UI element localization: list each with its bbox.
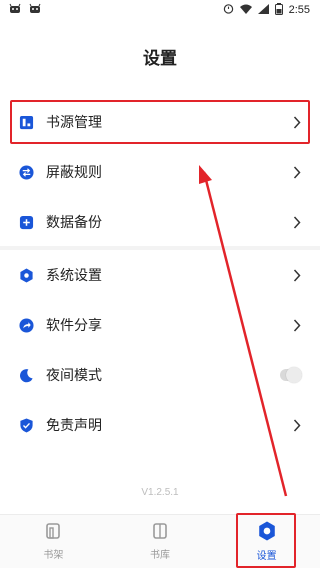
nav-tab-label: 书库	[150, 550, 170, 561]
chevron-right-icon	[292, 215, 302, 229]
shield-check-icon	[18, 417, 34, 433]
alarm-icon	[223, 3, 234, 17]
nav-tab-library[interactable]: 书库	[107, 515, 214, 568]
menu-item-label: 系统设置	[46, 268, 102, 284]
menu-item-label: 夜间模式	[46, 368, 102, 384]
status-bar: 2:55	[0, 0, 320, 20]
wifi-icon	[239, 4, 252, 17]
menu-item-book-source[interactable]: 书源管理	[0, 97, 320, 147]
battery-icon	[274, 2, 283, 18]
nav-tab-settings[interactable]: 设置	[213, 515, 320, 568]
chevron-right-icon	[292, 115, 302, 129]
status-left	[8, 3, 42, 18]
chevron-right-icon	[292, 165, 302, 179]
menu-item-label: 数据备份	[46, 215, 102, 231]
share-icon	[18, 317, 34, 333]
settings-group-secondary: 系统设置 软件分享 夜间模式 免责声明	[0, 250, 320, 450]
nav-tab-label: 书架	[43, 550, 64, 561]
swap-icon	[18, 164, 34, 180]
menu-item-block-rules[interactable]: 屏蔽规则	[0, 147, 320, 197]
chevron-right-icon	[292, 268, 302, 282]
settings-icon	[257, 521, 277, 544]
status-right: 2:55	[223, 2, 310, 18]
app-version: V1.2.5.1	[141, 487, 179, 498]
android-notification-icon	[28, 3, 42, 18]
add-backup-icon	[18, 214, 34, 230]
menu-item-night-mode[interactable]: 夜间模式	[0, 350, 320, 400]
moon-icon	[18, 367, 34, 383]
night-mode-toggle[interactable]	[280, 367, 302, 383]
menu-item-share-app[interactable]: 软件分享	[0, 300, 320, 350]
page-title: 设置	[143, 49, 177, 69]
menu-item-disclaimer[interactable]: 免责声明	[0, 400, 320, 450]
settings-group-primary: 书源管理 屏蔽规则 数据备份	[0, 97, 320, 247]
library-icon	[151, 522, 169, 543]
chevron-right-icon	[292, 418, 302, 432]
menu-item-label: 免责声明	[46, 418, 102, 434]
menu-item-label: 软件分享	[46, 318, 102, 334]
menu-item-data-backup[interactable]: 数据备份	[0, 197, 320, 247]
toggle-knob	[286, 367, 302, 383]
nav-tab-label: 设置	[256, 551, 277, 562]
nav-tab-bookshelf[interactable]: 书架	[0, 515, 107, 568]
hexagon-settings-icon	[18, 267, 34, 283]
signal-icon	[257, 3, 269, 17]
menu-item-label: 书源管理	[46, 115, 102, 131]
android-notification-icon	[8, 3, 22, 18]
bottom-nav: 书架 书库 设置	[0, 514, 320, 568]
bookshelf-icon	[44, 522, 62, 543]
status-time: 2:55	[288, 4, 310, 16]
chevron-right-icon	[292, 318, 302, 332]
book-source-icon	[18, 114, 34, 130]
menu-item-label: 屏蔽规则	[46, 165, 102, 181]
menu-item-system-settings[interactable]: 系统设置	[0, 250, 320, 300]
